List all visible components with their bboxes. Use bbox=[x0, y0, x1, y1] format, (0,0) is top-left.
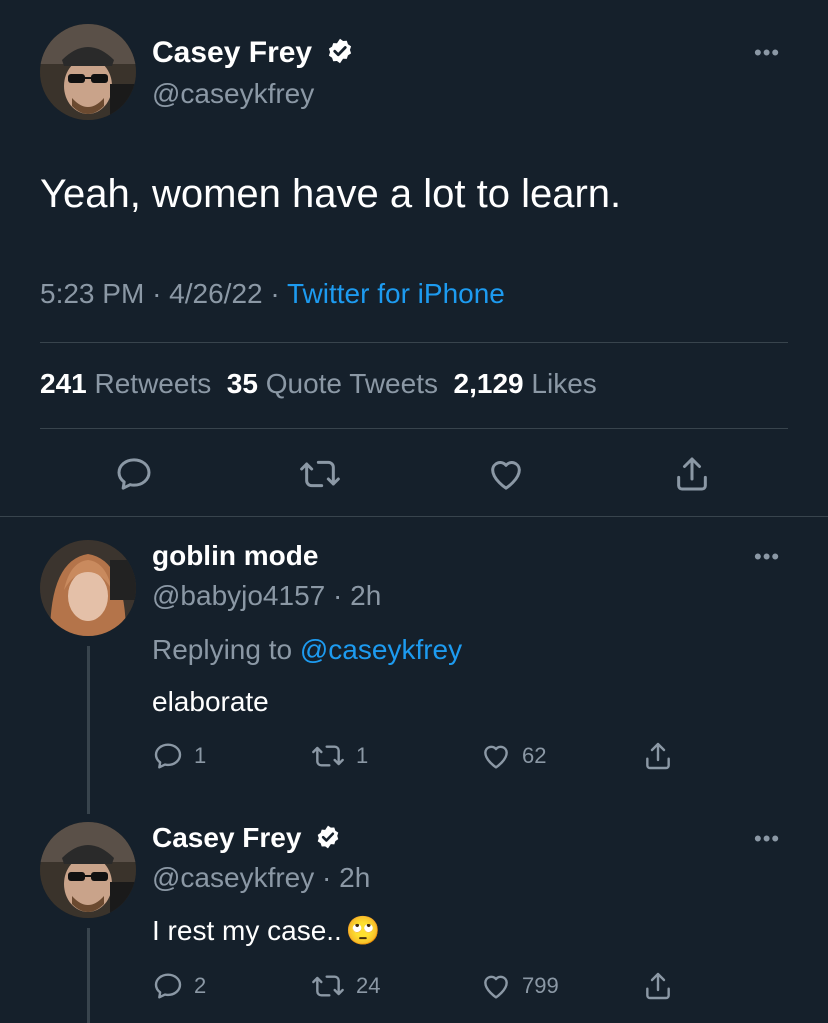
retweets-label: Retweets bbox=[94, 368, 212, 399]
reply-icon bbox=[154, 743, 182, 769]
avatar[interactable] bbox=[40, 822, 136, 918]
avatar[interactable] bbox=[40, 540, 136, 636]
retweet-button[interactable]: 1 bbox=[310, 740, 368, 772]
avatar-image bbox=[40, 540, 136, 636]
more-icon[interactable]: ••• bbox=[754, 826, 780, 852]
like-button[interactable]: 799 bbox=[480, 970, 559, 1002]
likes-count: 2,129 bbox=[453, 368, 524, 399]
quotes-label: Quote Tweets bbox=[265, 368, 438, 399]
quotes-count: 35 bbox=[226, 368, 258, 399]
author-handle: @babyjo4157 · 2h bbox=[152, 580, 381, 612]
share-icon bbox=[646, 972, 670, 1000]
divider bbox=[40, 428, 788, 429]
author-name[interactable]: goblin mode bbox=[152, 540, 318, 572]
replying-to: Replying to @caseykfrey bbox=[152, 634, 462, 666]
like-icon bbox=[491, 461, 521, 490]
share-icon bbox=[677, 457, 707, 491]
tweet-source[interactable]: Twitter for iPhone bbox=[287, 278, 505, 309]
replying-to-handle[interactable]: @caseykfrey bbox=[300, 634, 462, 665]
likes-stat[interactable]: 2,129 Likes bbox=[454, 368, 597, 399]
tweet-date[interactable]: 4/26/22 bbox=[169, 278, 262, 309]
author-handle: @caseykfrey · 2h bbox=[152, 862, 370, 894]
more-icon[interactable]: ••• bbox=[754, 544, 780, 570]
verified-icon bbox=[317, 825, 339, 849]
avatar[interactable] bbox=[40, 24, 136, 120]
divider bbox=[40, 342, 788, 343]
thread-line bbox=[87, 646, 90, 814]
like-icon bbox=[484, 975, 508, 999]
author-name-text: Casey Frey bbox=[152, 822, 302, 853]
reply-button[interactable]: 2 bbox=[152, 970, 206, 1002]
retweets-count: 241 bbox=[40, 368, 87, 399]
avatar-image bbox=[40, 822, 136, 918]
author-name[interactable]: Casey Frey bbox=[152, 822, 341, 854]
tweet-time[interactable]: 5:23 PM bbox=[40, 278, 144, 309]
author-handle-text[interactable]: @babyjo4157 bbox=[152, 580, 325, 611]
retweets-stat[interactable]: 241 Retweets bbox=[40, 368, 211, 399]
replying-to-label: Replying to bbox=[152, 634, 293, 665]
reply-button[interactable]: 1 bbox=[152, 740, 206, 772]
divider bbox=[0, 516, 828, 517]
quotes-stat[interactable]: 35 Quote Tweets bbox=[227, 368, 438, 399]
retweet-count: 1 bbox=[356, 743, 369, 768]
share-button[interactable] bbox=[642, 970, 674, 1002]
share-icon bbox=[646, 742, 670, 770]
like-button[interactable]: 62 bbox=[480, 740, 546, 772]
retweet-icon bbox=[312, 745, 344, 767]
like-button[interactable] bbox=[486, 454, 526, 499]
thread-line bbox=[87, 928, 90, 1023]
reply-icon bbox=[117, 458, 151, 490]
eye-roll-emoji: 🙄 bbox=[345, 915, 381, 946]
tweet-meta: 5:23 PM · 4/26/22 · Twitter for iPhone bbox=[40, 278, 505, 310]
meta-separator: · bbox=[270, 278, 280, 309]
retweet-button[interactable]: 24 bbox=[310, 970, 380, 1002]
verified-icon bbox=[329, 38, 352, 64]
like-count: 62 bbox=[522, 743, 547, 768]
reply-icon bbox=[154, 973, 182, 999]
retweet-icon bbox=[300, 460, 340, 488]
tweet-stats: 241 Retweets 35 Quote Tweets 2,129 Likes bbox=[40, 368, 597, 400]
more-icon[interactable]: ••• bbox=[754, 40, 780, 66]
reply-count: 1 bbox=[194, 743, 207, 768]
retweet-count: 24 bbox=[356, 973, 381, 998]
author-name[interactable]: Casey Frey bbox=[152, 36, 354, 70]
share-button[interactable] bbox=[672, 454, 712, 499]
retweet-icon bbox=[312, 975, 344, 997]
tweet-text: Yeah, women have a lot to learn. bbox=[40, 172, 622, 216]
tweet-age[interactable]: · 2h bbox=[333, 580, 381, 611]
likes-label: Likes bbox=[531, 368, 597, 399]
author-name-text: Casey Frey bbox=[152, 36, 313, 69]
meta-separator: · bbox=[152, 278, 162, 309]
author-handle[interactable]: @caseykfrey bbox=[152, 78, 314, 110]
like-count: 799 bbox=[522, 973, 559, 998]
author-handle-text[interactable]: @caseykfrey bbox=[152, 862, 314, 893]
retweet-button[interactable] bbox=[298, 454, 342, 499]
reply-count: 2 bbox=[194, 973, 207, 998]
tweet-age[interactable]: · 2h bbox=[322, 862, 370, 893]
tweet-text: elaborate bbox=[152, 686, 269, 717]
tweet-text: I rest my case.. 🙄 bbox=[152, 914, 381, 947]
tweet-text-content: I rest my case.. bbox=[152, 915, 342, 946]
like-icon bbox=[484, 745, 508, 769]
share-button[interactable] bbox=[642, 740, 674, 772]
avatar-image bbox=[40, 24, 136, 120]
reply-button[interactable] bbox=[114, 454, 154, 499]
